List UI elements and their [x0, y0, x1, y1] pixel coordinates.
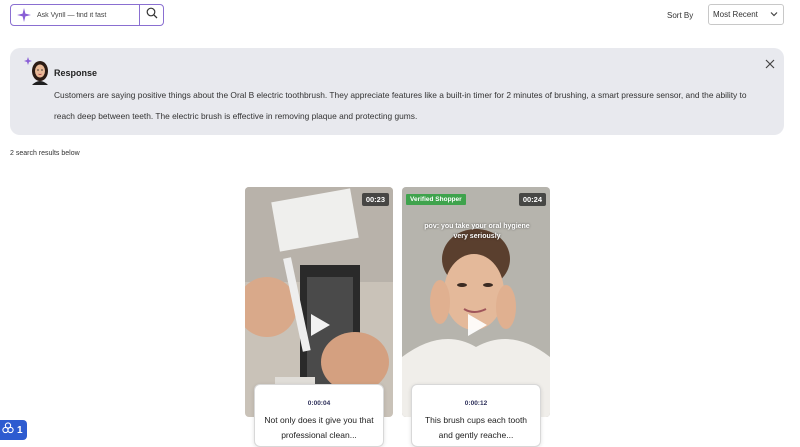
caption-text: This brush cups each tooth and gently re… [424, 415, 528, 440]
floating-widget-button[interactable]: 1 [0, 420, 27, 440]
video-card[interactable]: Verified Shopper 00:24 pov: you take you… [402, 187, 550, 417]
caption-timestamp: 0:00:12 [464, 400, 488, 407]
sort-select[interactable]: Most Recent [708, 4, 784, 25]
video-card[interactable]: 00:23 [245, 187, 393, 417]
response-text: Customers are saying positive things abo… [54, 90, 747, 121]
video-thumbnail [245, 187, 393, 417]
caption-timestamp: 0:00:04 [307, 400, 331, 407]
video-duration: 00:24 [518, 193, 546, 206]
play-icon[interactable] [462, 311, 490, 344]
close-icon[interactable] [764, 57, 776, 69]
video-caption-card[interactable]: 0:00:04 Not only does it give you that p… [254, 384, 384, 447]
sort-selected-value: Most Recent [713, 10, 758, 19]
widget-icon [2, 421, 14, 439]
video-duration: 00:23 [361, 193, 389, 206]
sparkle-icon [11, 8, 37, 22]
search-bar[interactable] [10, 4, 164, 26]
caption-text: Not only does it give you that professio… [264, 415, 374, 440]
search-icon [146, 6, 158, 24]
search-button[interactable] [139, 5, 163, 25]
verified-shopper-badge: Verified Shopper [406, 194, 466, 205]
sort-by-label: Sort By [667, 11, 694, 20]
video-caption-card[interactable]: 0:00:12 This brush cups each tooth and g… [411, 384, 541, 447]
video-overlay-text: pov: you take your oral hygiene very ser… [424, 223, 530, 240]
results-count: 2 search results below [10, 150, 80, 157]
response-panel: Response Customers are saying positive t… [10, 48, 784, 135]
assistant-avatar [24, 57, 52, 85]
response-title: Response [54, 68, 98, 78]
chevron-down-icon [770, 10, 778, 20]
play-icon[interactable] [305, 311, 333, 344]
widget-count: 1 [17, 424, 23, 436]
search-input[interactable] [37, 11, 135, 19]
